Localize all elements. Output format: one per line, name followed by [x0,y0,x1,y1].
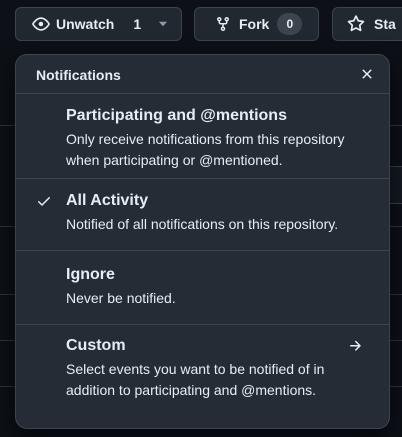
notifications-menu-header: Notifications [16,55,389,94]
option-description: Select events you want to be notified of… [66,361,325,398]
unwatch-label: Unwatch [56,16,115,32]
watchers-count: 1 [133,16,142,32]
option-description: Only receive notifications from this rep… [66,131,345,168]
repo-forked-icon [215,16,231,32]
check-icon [36,193,52,214]
eye-icon [32,15,50,33]
option-title: All Activity [66,192,149,209]
close-icon[interactable] [357,64,377,84]
unwatch-button[interactable]: Unwatch 1 [15,7,182,41]
option-title: Ignore [66,266,115,283]
option-ignore[interactable]: Ignore Never be notified. [16,251,389,325]
menu-title: Notifications [36,67,121,83]
star-button[interactable]: Sta [332,7,402,41]
option-participating[interactable]: Participating and @mentions Only receive… [16,94,389,179]
star-label: Sta [374,16,396,32]
option-title: Custom [66,337,126,354]
option-description: Never be notified. [66,290,176,306]
option-description: Notified of all notifications on this re… [66,216,339,232]
fork-button[interactable]: Fork 0 [194,7,319,41]
notifications-menu: Notifications Participating and @mention… [15,54,390,429]
option-all-activity[interactable]: All Activity Notified of all notificatio… [16,179,389,251]
option-custom[interactable]: Custom Select events you want to be noti… [16,325,389,415]
star-icon [347,15,365,33]
repository-header: Unwatch 1 Fork 0 Sta Notifications Parti… [0,0,402,437]
option-title: Participating and @mentions [66,107,287,124]
fork-label: Fork [239,16,270,32]
arrow-right-icon [347,338,363,359]
fork-count-badge: 0 [277,13,303,35]
triangle-down-icon[interactable] [157,18,169,30]
